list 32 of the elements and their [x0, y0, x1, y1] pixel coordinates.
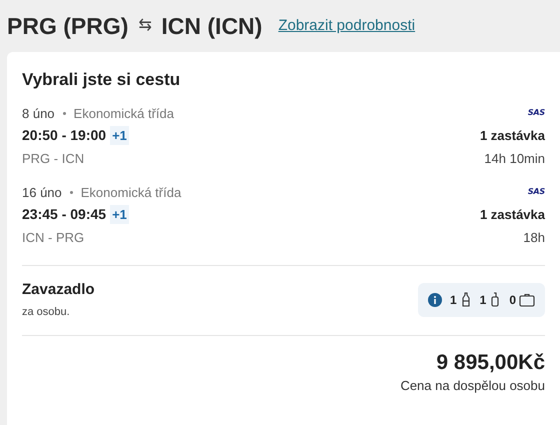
luggage-icon	[519, 292, 535, 306]
baggage-subtitle: za osobu.	[22, 305, 71, 320]
details-link[interactable]: Zobrazit podrobnosti	[278, 14, 416, 38]
bag-count: 1	[480, 292, 486, 308]
baggage-summary[interactable]: 1 1 0	[418, 282, 545, 316]
airline-logo: SAS	[528, 186, 545, 198]
stops-count: 1 zastávka	[480, 206, 545, 224]
route: PRG - ICN	[22, 150, 84, 168]
card-title: Vybrali jste si cestu	[22, 69, 182, 91]
airline-logo: SAS	[528, 107, 545, 120]
price-note: Cena na dospělou osobu	[400, 376, 545, 395]
duration: 14h 10min	[484, 150, 545, 168]
destination-airport: ICN (ICN)	[161, 12, 262, 41]
flight-times: 20:50 - 19:00	[22, 126, 106, 145]
bag-count: 0	[509, 292, 516, 308]
flight-times: 23:45 - 09:45	[22, 205, 106, 224]
cabin-class: Ekonomická třída	[80, 184, 182, 202]
bag-count: 1	[450, 292, 457, 308]
info-icon	[428, 292, 442, 306]
origin-airport: PRG (PRG)	[7, 12, 128, 41]
day-offset: +1	[110, 126, 129, 146]
stops-count: 1 zastávka	[480, 126, 545, 145]
duration: 18h	[523, 229, 545, 247]
flight-date: 8 úno	[22, 104, 55, 122]
route: ICN - PRG	[22, 229, 84, 247]
cabin-class: Ekonomická třída	[74, 104, 174, 122]
day-offset: +1	[110, 204, 129, 224]
price: 9 895,00Kč	[436, 350, 545, 376]
flight-date: 16 úno	[22, 184, 62, 202]
suitcase-icon	[489, 292, 502, 307]
swap-icon: ⇆	[138, 14, 152, 38]
baggage-title: Zavazadlo	[22, 280, 95, 300]
